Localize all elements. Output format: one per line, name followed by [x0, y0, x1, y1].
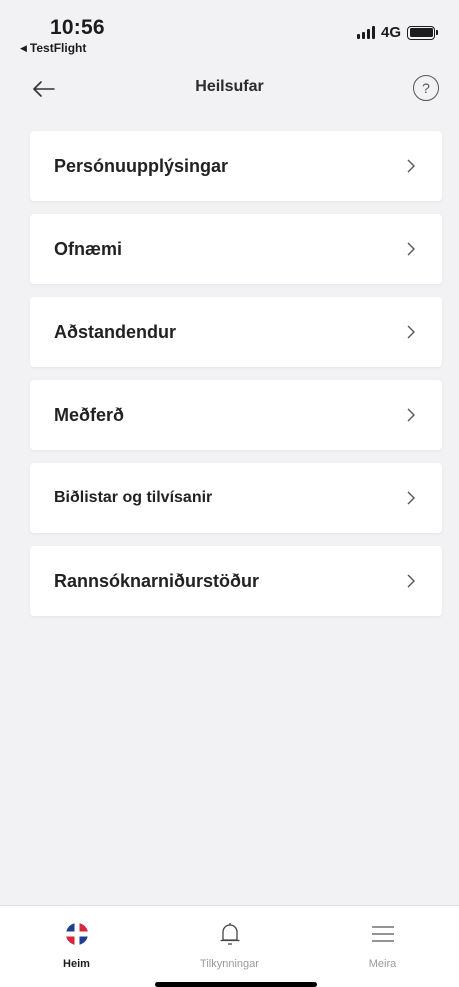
status-bar: 10:56 ◀ TestFlight 4G	[0, 0, 459, 64]
tab-label: Tilkynningar	[200, 958, 259, 970]
menu-item-allergies[interactable]: Ofnæmi	[30, 214, 442, 284]
bell-icon	[216, 920, 244, 948]
menu-item-label: Meðferð	[54, 404, 125, 425]
back-to-app-link[interactable]: ◀ TestFlight	[20, 41, 86, 55]
bottom-tab-bar: Heim Tilkynningar Meira	[0, 905, 459, 987]
chevron-right-icon	[407, 408, 415, 422]
menu-item-waitlists-referrals[interactable]: Biðlistar og tilvísanir	[30, 463, 442, 533]
tab-home[interactable]: Heim	[0, 906, 153, 987]
cellular-signal-icon	[356, 26, 375, 39]
chevron-right-icon	[407, 325, 415, 339]
menu-item-label: Aðstandendur	[54, 321, 177, 342]
chevron-right-icon	[407, 242, 415, 256]
tab-label: Meira	[368, 958, 397, 970]
menu-item-personal-info[interactable]: Persónuupplýsingar	[30, 131, 442, 201]
menu-item-label: Rannsóknarniðurstöður	[54, 570, 260, 591]
chevron-right-icon	[407, 574, 415, 588]
status-indicators: 4G	[356, 24, 438, 41]
chevron-right-icon	[407, 491, 415, 505]
network-type: 4G	[380, 24, 401, 41]
tab-notifications[interactable]: Tilkynningar	[153, 906, 306, 987]
menu-item-label: Ofnæmi	[54, 238, 123, 259]
home-logo-icon	[63, 920, 91, 948]
status-time: 10:56	[50, 16, 105, 39]
chevron-right-icon	[407, 159, 415, 173]
tab-label: Heim	[63, 958, 90, 970]
menu-item-test-results[interactable]: Rannsóknarniðurstöður	[30, 546, 442, 616]
home-indicator	[155, 982, 317, 987]
battery-icon	[407, 25, 438, 40]
menu-item-label: Persónuupplýsingar	[54, 155, 229, 176]
back-app-label: TestFlight	[29, 41, 87, 55]
tab-more[interactable]: Meira	[306, 906, 459, 987]
page-title: Heilsufar	[195, 78, 264, 95]
help-icon[interactable]: ?	[413, 75, 439, 101]
menu-item-relatives[interactable]: Aðstandendur	[30, 297, 442, 367]
menu-item-treatment[interactable]: Meðferð	[30, 380, 442, 450]
navigation-bar: Heilsufar ?	[0, 64, 459, 114]
health-menu-list: Persónuupplýsingar Ofnæmi Aðstandendur M…	[30, 131, 442, 629]
back-triangle-icon: ◀	[20, 42, 27, 53]
menu-item-label: Biðlistar og tilvísanir	[54, 489, 213, 506]
hamburger-menu-icon	[369, 920, 397, 948]
